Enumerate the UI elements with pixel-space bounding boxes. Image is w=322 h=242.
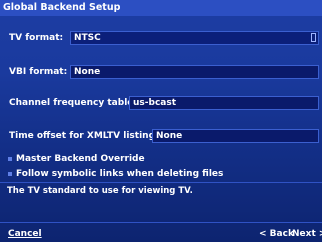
vbi-format-value: None [74, 67, 101, 77]
vbi-format-select[interactable]: None [70, 65, 319, 79]
checkbox-icon [8, 172, 12, 176]
focus-cursor-icon [311, 33, 316, 42]
help-divider-top [0, 182, 322, 183]
next-button[interactable]: Next > [292, 228, 322, 240]
help-text: The TV standard to use for viewing TV. [7, 186, 193, 196]
time-offset-value: None [156, 131, 183, 141]
tv-format-label: TV format: [9, 33, 64, 43]
channel-frequency-table-value: us-bcast [133, 98, 177, 108]
cancel-button[interactable]: Cancel [8, 228, 42, 240]
help-divider-bottom [0, 222, 322, 223]
checkbox-icon [8, 157, 12, 161]
window-title: Global Backend Setup [0, 0, 322, 16]
tv-format-value: NTSC [74, 33, 101, 43]
time-offset-label: Time offset for XMLTV listings: [9, 131, 164, 141]
back-button[interactable]: < Back [259, 228, 294, 240]
channel-frequency-table-select[interactable]: us-bcast [129, 96, 319, 110]
time-offset-select[interactable]: None [152, 129, 319, 143]
vbi-format-label: VBI format: [9, 67, 68, 77]
follow-symbolic-links-label: Follow symbolic links when deleting file… [16, 169, 224, 179]
tv-format-select[interactable]: NTSC [70, 31, 319, 45]
channel-frequency-table-label: Channel frequency table: [9, 98, 137, 108]
master-backend-override-label: Master Backend Override [16, 154, 145, 164]
